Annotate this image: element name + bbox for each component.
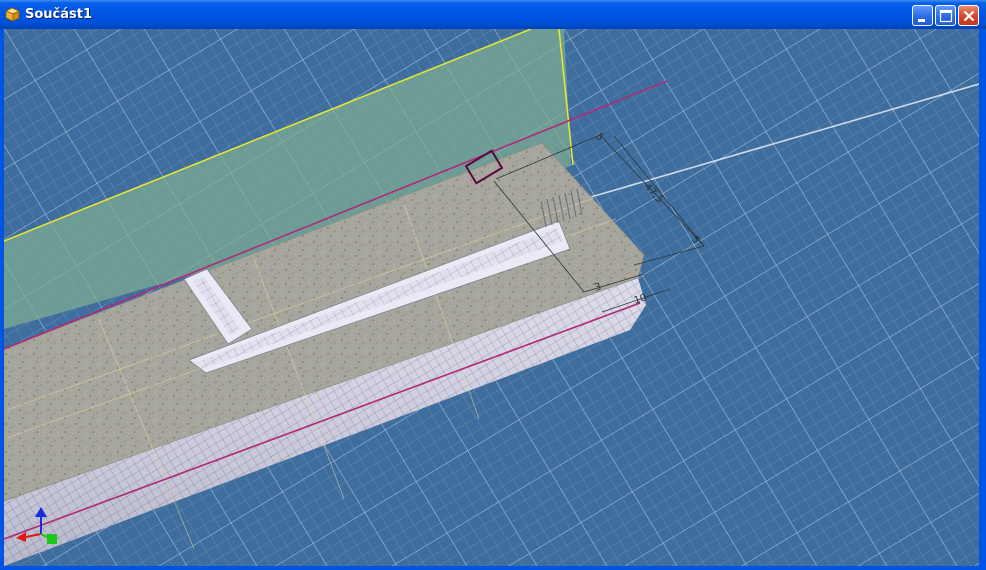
maximize-button[interactable] bbox=[935, 5, 956, 26]
3d-viewport[interactable]: 5 47,5 5 3 10 bbox=[4, 29, 979, 566]
title-bar[interactable]: Součást1 bbox=[0, 0, 986, 29]
minimize-icon bbox=[918, 19, 925, 22]
close-button[interactable] bbox=[958, 5, 979, 26]
minimize-button[interactable] bbox=[912, 5, 933, 26]
window-title: Součást1 bbox=[25, 7, 93, 22]
part-window: Součást1 5 47,5 5 3 10 bbox=[0, 0, 986, 570]
close-icon bbox=[963, 10, 975, 22]
maximize-icon bbox=[939, 9, 953, 23]
part-icon bbox=[5, 7, 20, 22]
triad-y-marker bbox=[47, 534, 57, 544]
